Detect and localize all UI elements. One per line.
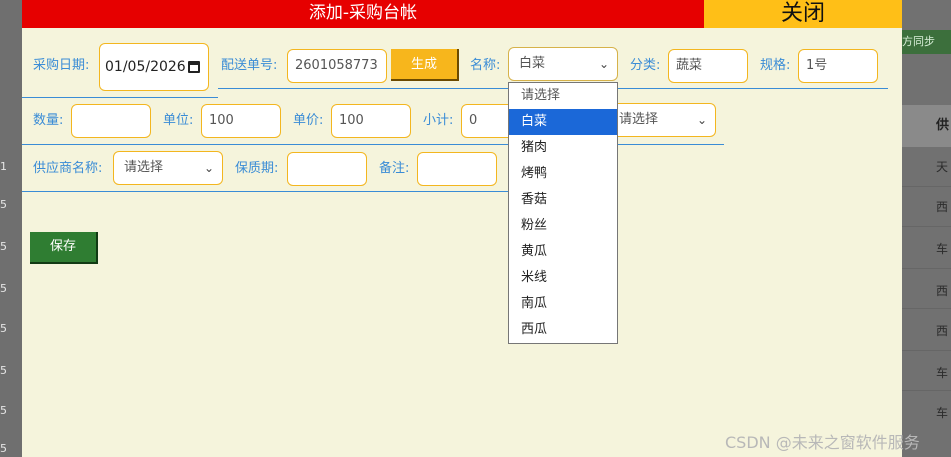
dropdown-option[interactable]: 黄瓜 bbox=[509, 239, 617, 265]
bg-sync-button: 方同步 bbox=[902, 30, 951, 54]
name-dropdown-list: 请选择 白菜 猪肉 烤鸭 香菇 粉丝 黄瓜 米线 南瓜 西瓜 bbox=[508, 82, 618, 344]
supplier-select[interactable]: 请选择 ⌄ bbox=[113, 151, 223, 185]
unit-input[interactable]: 100 bbox=[201, 104, 281, 138]
bg-row-number: 5 bbox=[0, 404, 7, 417]
remark-label: 备注: bbox=[379, 161, 410, 176]
unit-price-label: 单价: bbox=[293, 113, 324, 128]
row2-select[interactable]: 请选择 ⌄ bbox=[608, 103, 716, 137]
bg-table-cell: 车 bbox=[936, 406, 949, 420]
save-button[interactable]: 保存 bbox=[30, 232, 98, 264]
close-button[interactable]: 关闭 bbox=[704, 0, 902, 28]
shelf-life-label: 保质期: bbox=[235, 161, 279, 176]
background-left-strip: 1 5 5 5 5 5 5 5 bbox=[0, 0, 22, 457]
delivery-no-input[interactable]: 2601058773 bbox=[287, 49, 387, 83]
supplier-label: 供应商名称: bbox=[33, 161, 103, 176]
bg-row-divider bbox=[902, 350, 951, 351]
shelf-life-input[interactable] bbox=[287, 152, 367, 186]
name-select[interactable]: 白菜 ⌄ bbox=[508, 47, 618, 81]
row-divider bbox=[22, 97, 218, 98]
bg-row-number: 5 bbox=[0, 322, 7, 335]
remark-input[interactable] bbox=[417, 152, 497, 186]
bg-table-cell: 西 bbox=[936, 324, 949, 338]
purchase-date-label: 采购日期: bbox=[33, 58, 90, 73]
dropdown-option[interactable]: 粉丝 bbox=[509, 213, 617, 239]
bg-row-divider bbox=[902, 226, 951, 227]
watermark: CSDN @未来之窗软件服务 bbox=[725, 433, 920, 452]
bg-row-number: 1 bbox=[0, 160, 7, 173]
quantity-label: 数量: bbox=[33, 113, 64, 128]
category-label: 分类: bbox=[630, 58, 661, 73]
calendar-icon[interactable] bbox=[188, 61, 200, 73]
dropdown-option[interactable]: 烤鸭 bbox=[509, 161, 617, 187]
bg-table-cell: 车 bbox=[936, 366, 949, 380]
unit-label: 单位: bbox=[163, 113, 194, 128]
dropdown-option[interactable]: 米线 bbox=[509, 265, 617, 291]
dropdown-option[interactable]: 南瓜 bbox=[509, 291, 617, 317]
unit-price-input[interactable]: 100 bbox=[331, 104, 411, 138]
chevron-down-icon: ⌄ bbox=[598, 57, 609, 71]
bg-row-divider bbox=[902, 390, 951, 391]
quantity-input[interactable] bbox=[71, 104, 151, 138]
bg-row-divider bbox=[902, 308, 951, 309]
bg-row-number: 5 bbox=[0, 240, 7, 253]
row-divider bbox=[22, 144, 724, 145]
dropdown-option[interactable]: 猪肉 bbox=[509, 135, 617, 161]
bg-table-cell: 车 bbox=[936, 242, 949, 256]
spec-input[interactable]: 1号 bbox=[798, 49, 878, 83]
dropdown-option[interactable]: 请选择 bbox=[509, 83, 617, 109]
bg-row-number: 5 bbox=[0, 198, 7, 211]
bg-table-cell: 西 bbox=[936, 284, 949, 298]
bg-row-number: 5 bbox=[0, 442, 7, 455]
category-input[interactable]: 蔬菜 bbox=[668, 49, 748, 83]
row-divider bbox=[22, 191, 508, 192]
background-right-strip: 方同步 供 天 西 车 西 西 车 车 bbox=[902, 0, 951, 457]
chevron-down-icon: ⌄ bbox=[203, 161, 214, 175]
delivery-no-label: 配送单号: bbox=[221, 58, 278, 73]
subtotal-label: 小计: bbox=[423, 113, 454, 128]
chevron-down-icon: ⌄ bbox=[696, 113, 707, 127]
bg-table-cell: 天 bbox=[936, 160, 949, 174]
bg-row-divider bbox=[902, 268, 951, 269]
dropdown-option[interactable]: 香菇 bbox=[509, 187, 617, 213]
bg-table-cell: 西 bbox=[936, 200, 949, 214]
bg-row-number: 5 bbox=[0, 282, 7, 295]
purchase-date-value: 01/05/2026 bbox=[105, 59, 186, 75]
name-label: 名称: bbox=[470, 58, 501, 73]
row2-select-value: 请选择 bbox=[619, 112, 659, 127]
dialog-title: 添加-采购台帐 bbox=[22, 0, 704, 28]
purchase-date-input[interactable]: 01/05/2026 bbox=[99, 43, 209, 91]
name-select-value: 白菜 bbox=[519, 56, 546, 71]
dropdown-option[interactable]: 西瓜 bbox=[509, 317, 617, 343]
bg-row-divider bbox=[902, 186, 951, 187]
spec-label: 规格: bbox=[760, 58, 791, 73]
generate-button[interactable]: 生成 bbox=[391, 49, 459, 81]
bg-row-number: 5 bbox=[0, 364, 7, 377]
bg-column-header: 供 bbox=[902, 105, 951, 147]
add-purchase-ledger-dialog: 添加-采购台帐 关闭 采购日期: 01/05/2026 配送单号: 260105… bbox=[22, 0, 902, 457]
supplier-select-value: 请选择 bbox=[124, 160, 164, 175]
dropdown-option-selected[interactable]: 白菜 bbox=[509, 109, 617, 135]
